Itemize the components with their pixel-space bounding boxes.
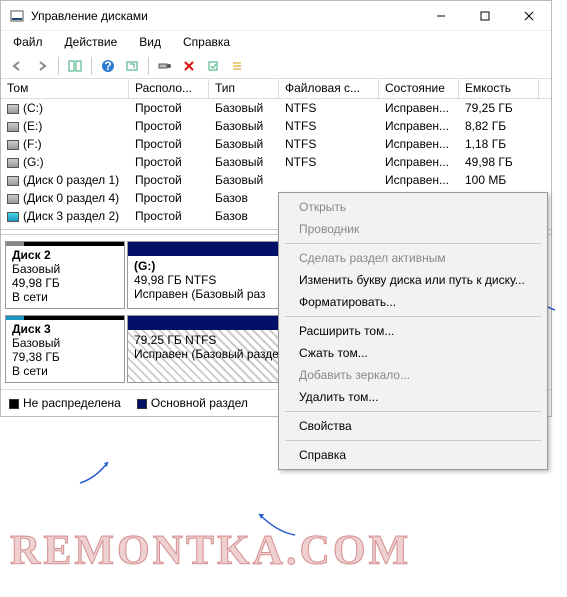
drive-icon bbox=[7, 176, 19, 186]
drive-icon bbox=[7, 104, 19, 114]
ctx-properties[interactable]: Свойства bbox=[279, 415, 547, 437]
menu-separator bbox=[285, 316, 541, 317]
col-layout[interactable]: Располо... bbox=[129, 79, 209, 98]
ctx-delete[interactable]: Удалить том... bbox=[279, 386, 547, 408]
properties-button[interactable] bbox=[202, 55, 224, 77]
back-button[interactable] bbox=[7, 55, 29, 77]
separator bbox=[148, 57, 149, 75]
forward-button[interactable] bbox=[31, 55, 53, 77]
svg-text:?: ? bbox=[104, 59, 111, 73]
col-filesystem[interactable]: Файловая с... bbox=[279, 79, 379, 98]
menu-separator bbox=[285, 411, 541, 412]
legend-unallocated: Не распределена bbox=[9, 396, 121, 410]
delete-button[interactable] bbox=[178, 55, 200, 77]
ctx-explorer: Проводник bbox=[279, 218, 547, 240]
separator bbox=[91, 57, 92, 75]
menubar: Файл Действие Вид Справка bbox=[1, 31, 551, 53]
swatch-icon bbox=[137, 399, 147, 409]
window-title: Управление дисками bbox=[31, 9, 419, 23]
col-volume[interactable]: Том bbox=[1, 79, 129, 98]
legend-primary: Основной раздел bbox=[137, 396, 248, 410]
maximize-button[interactable] bbox=[463, 2, 507, 30]
close-button[interactable] bbox=[507, 2, 551, 30]
drive-icon bbox=[7, 158, 19, 168]
menu-separator bbox=[285, 243, 541, 244]
context-menu: Открыть Проводник Сделать раздел активны… bbox=[278, 192, 548, 470]
help-button[interactable]: ? bbox=[97, 55, 119, 77]
annotation-arrow bbox=[78, 458, 118, 491]
disk-meta[interactable]: Диск 3Базовый79,38 ГБВ сети bbox=[5, 315, 125, 383]
menu-separator bbox=[285, 440, 541, 441]
toolbar: ? bbox=[1, 53, 551, 79]
app-icon bbox=[9, 8, 25, 24]
volume-row[interactable]: (F:)ПростойБазовыйNTFSИсправен...1,18 ГБ bbox=[1, 135, 551, 153]
ctx-help[interactable]: Справка bbox=[279, 444, 547, 466]
col-type[interactable]: Тип bbox=[209, 79, 279, 98]
ctx-shrink[interactable]: Сжать том... bbox=[279, 342, 547, 364]
drive-icon bbox=[7, 194, 19, 204]
swatch-icon bbox=[9, 399, 19, 409]
show-console-button[interactable] bbox=[64, 55, 86, 77]
watermark: REMONTKA.COM bbox=[10, 527, 411, 575]
separator bbox=[58, 57, 59, 75]
ctx-extend[interactable]: Расширить том... bbox=[279, 320, 547, 342]
ctx-make-active: Сделать раздел активным bbox=[279, 247, 547, 269]
list-button[interactable] bbox=[226, 55, 248, 77]
volume-row[interactable]: (G:)ПростойБазовыйNTFSИсправен...49,98 Г… bbox=[1, 153, 551, 171]
volume-row[interactable]: (C:)ПростойБазовыйNTFSИсправен...79,25 Г… bbox=[1, 99, 551, 117]
ctx-format[interactable]: Форматировать... bbox=[279, 291, 547, 313]
volume-row[interactable]: (Диск 0 раздел 1)ПростойБазовыйИсправен.… bbox=[1, 171, 551, 189]
ctx-change-letter[interactable]: Изменить букву диска или путь к диску... bbox=[279, 269, 547, 291]
ctx-open: Открыть bbox=[279, 196, 547, 218]
refresh-button[interactable] bbox=[121, 55, 143, 77]
minimize-button[interactable] bbox=[419, 2, 463, 30]
volume-list-header: Том Располо... Тип Файловая с... Состоян… bbox=[1, 79, 551, 99]
menu-action[interactable]: Действие bbox=[61, 33, 122, 51]
col-capacity[interactable]: Емкость bbox=[459, 79, 539, 98]
col-status[interactable]: Состояние bbox=[379, 79, 459, 98]
settings-button[interactable] bbox=[154, 55, 176, 77]
volume-row[interactable]: (E:)ПростойБазовыйNTFSИсправен...8,82 ГБ bbox=[1, 117, 551, 135]
menu-file[interactable]: Файл bbox=[9, 33, 47, 51]
ctx-mirror: Добавить зеркало... bbox=[279, 364, 547, 386]
drive-icon bbox=[7, 212, 19, 222]
menu-help[interactable]: Справка bbox=[179, 33, 234, 51]
menu-view[interactable]: Вид bbox=[135, 33, 165, 51]
drive-icon bbox=[7, 140, 19, 150]
disk-meta[interactable]: Диск 2Базовый49,98 ГБВ сети bbox=[5, 241, 125, 309]
drive-icon bbox=[7, 122, 19, 132]
titlebar: Управление дисками bbox=[1, 1, 551, 31]
